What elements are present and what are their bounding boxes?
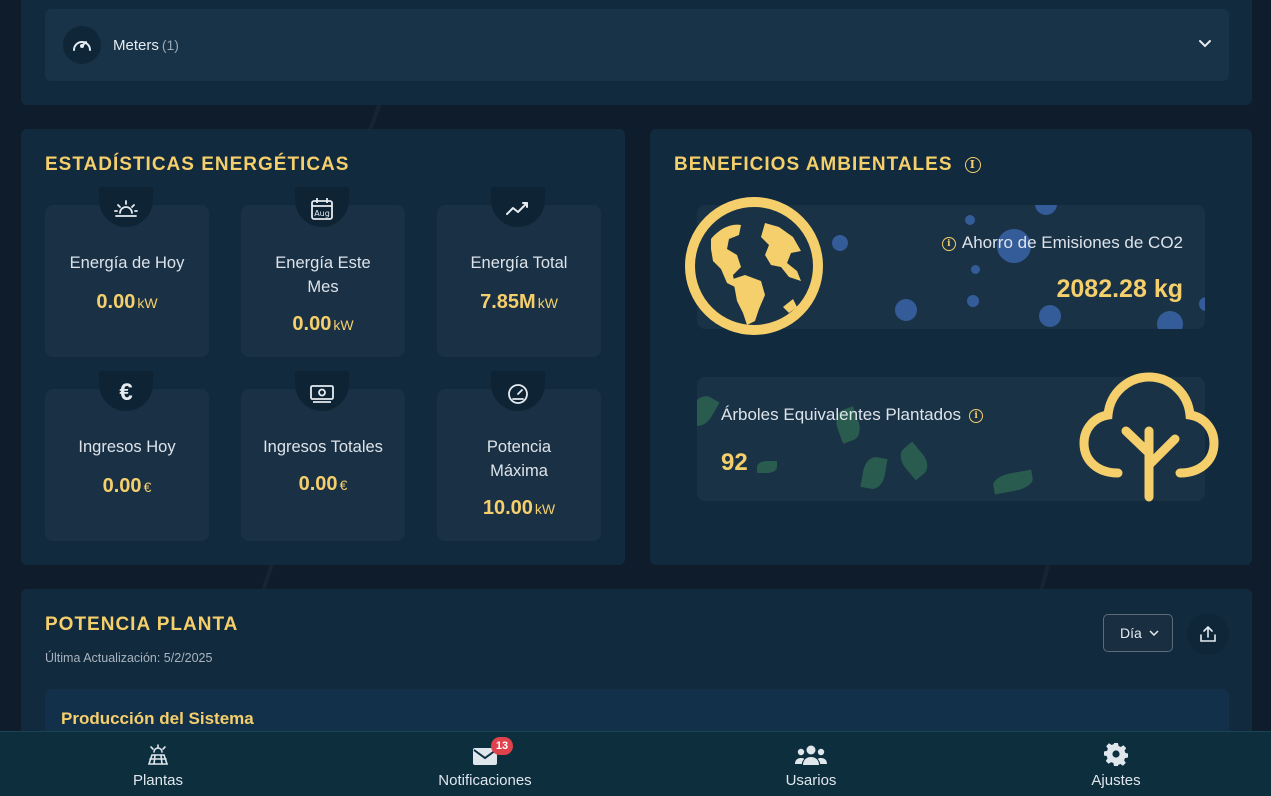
trees-label: Árboles Equivalentes Plantados i	[721, 405, 984, 425]
bubble-decoration	[1039, 305, 1061, 327]
meters-label: Meters (1)	[113, 37, 179, 54]
last-updated: Última Actualización: 5/2/2025	[45, 651, 213, 665]
globe-icon	[685, 197, 823, 335]
stat-card-income-today: € Ingresos Hoy 0.00 €	[45, 371, 209, 541]
euro-icon: €	[99, 371, 153, 411]
nav-item-plantas[interactable]: Plantas	[78, 732, 238, 796]
chevron-down-icon[interactable]	[1197, 35, 1213, 51]
energy-stats-panel: Estadísticas Energéticas Energía de Hoy …	[21, 129, 625, 565]
nav-label: Ajustes	[1091, 772, 1141, 789]
bubble-decoration	[895, 299, 917, 321]
export-button[interactable]	[1187, 613, 1229, 655]
calendar-aug-icon: Aug	[295, 187, 349, 227]
bubble-decoration	[1035, 205, 1057, 215]
leaf-decoration	[991, 469, 1035, 495]
envelope-icon	[405, 732, 565, 768]
stat-card-max-power: Potencia Máxima 10.00 kW	[437, 371, 601, 541]
upload-icon	[1200, 625, 1216, 642]
banknote-icon	[295, 371, 349, 411]
environmental-panel: Beneficios Ambientales i i Ahorro de Emis…	[650, 129, 1252, 565]
bubble-decoration	[832, 235, 848, 251]
gauge-icon	[63, 26, 101, 64]
stat-card-energy-today: Energía de Hoy 0.00 kW	[45, 187, 209, 357]
users-icon	[731, 732, 891, 768]
stat-value: 0.00 kW	[292, 313, 354, 335]
info-icon[interactable]: i	[964, 156, 981, 173]
stat-label: Energía Este Mes	[275, 254, 371, 296]
nav-label: Usarios	[785, 772, 837, 789]
sunrise-icon	[99, 187, 153, 227]
bottom-nav: Plantas 13 Notificaciones Usarios Ajuste…	[0, 731, 1271, 796]
info-icon[interactable]: i	[941, 236, 956, 251]
bubble-decoration	[1157, 311, 1183, 329]
gear-icon	[1036, 732, 1196, 768]
stat-value: 0.00 €	[298, 473, 348, 495]
nav-item-notificaciones[interactable]: 13 Notificaciones	[405, 732, 565, 796]
co2-label: i Ahorro de Emisiones de CO2	[941, 233, 1183, 253]
stat-label: Ingresos Hoy	[78, 438, 176, 456]
leaf-decoration	[697, 391, 720, 431]
co2-value: 2082.28 kg	[1056, 275, 1184, 303]
bubble-decoration	[1199, 297, 1205, 311]
stat-label: Energía de Hoy	[69, 254, 185, 272]
period-select[interactable]: Día	[1103, 614, 1173, 652]
meters-accordion[interactable]: Meters (1)	[45, 9, 1229, 81]
nav-label: Plantas	[132, 772, 184, 789]
environmental-title: Beneficios Ambientales i	[674, 154, 981, 176]
bubble-decoration	[971, 265, 980, 274]
stat-label: Potencia Máxima	[486, 438, 552, 480]
info-icon[interactable]: i	[969, 408, 984, 423]
stat-value: 10.00 kW	[482, 497, 556, 519]
trend-line-icon	[491, 187, 545, 227]
solar-panel-icon	[78, 732, 238, 768]
nav-item-ajustes[interactable]: Ajustes	[1036, 732, 1196, 796]
leaf-decoration	[757, 461, 777, 473]
chevron-down-icon	[1149, 630, 1159, 637]
stat-card-energy-total: Energía Total 7.85M kW	[437, 187, 601, 357]
speedometer-icon	[491, 371, 545, 411]
stat-card-income-total: Ingresos Totales 0.00 €	[241, 371, 405, 541]
production-title: Producción del Sistema	[61, 709, 254, 728]
stat-label: Energía Total	[470, 254, 568, 272]
nav-label: Notificaciones	[438, 772, 532, 789]
stat-value: 0.00 €	[102, 475, 152, 497]
leaf-decoration	[860, 455, 888, 491]
notification-badge: 13	[491, 737, 513, 755]
stat-card-energy-month: Aug Energía Este Mes 0.00 kW	[241, 187, 405, 357]
stat-value: 0.00 kW	[96, 291, 158, 313]
stat-label: Ingresos Totales	[263, 438, 383, 456]
period-value: Día	[1120, 625, 1142, 641]
svg-text:Aug: Aug	[314, 209, 330, 218]
meters-panel: Meters (1)	[21, 0, 1252, 105]
trees-value: 92	[721, 449, 748, 476]
nav-item-usarios[interactable]: Usarios	[731, 732, 891, 796]
meters-count: (1)	[161, 37, 179, 53]
energy-stats-title: Estadísticas Energéticas	[45, 154, 350, 175]
tree-icon	[1079, 372, 1219, 502]
leaf-decoration	[895, 441, 933, 481]
stat-value: 7.85M kW	[480, 291, 558, 313]
bubble-decoration	[965, 215, 975, 225]
plant-power-title: Potencia Planta	[45, 614, 239, 635]
bubble-decoration	[967, 295, 979, 307]
